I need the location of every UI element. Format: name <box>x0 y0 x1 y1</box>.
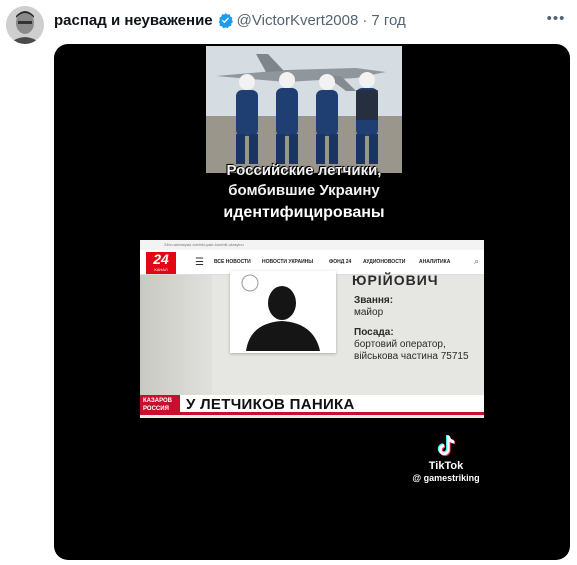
tiktok-watermark: TikTok @ gamestriking <box>406 434 486 483</box>
position-value-2: військова частина 75715 <box>354 351 469 362</box>
silhouette-placeholder <box>230 271 336 353</box>
more-options-button[interactable]: ••• <box>545 8 567 28</box>
address-text: 24tv.ua/rosiyski-lotchiki-yaki-bombili-u… <box>164 242 244 247</box>
caption-line-3: идентифицированы <box>223 204 385 221</box>
author-row: распад и неуважение @VictorKvert2008 · 7… <box>54 10 406 30</box>
position-label: Посада: <box>354 327 394 338</box>
tag-line-1: КАЗАРОВ <box>143 398 173 404</box>
nav-item-analytics: АНАЛИТИКА <box>419 259 451 265</box>
news-headline: У ЛЕТЧИКОВ ПАНИКА <box>186 396 355 413</box>
search-icon: ⌕ <box>473 256 479 266</box>
author-name[interactable]: распад и неуважение <box>54 12 213 29</box>
channel-24-logo: 24 КАНАЛ <box>146 252 176 274</box>
tiktok-icon <box>437 435 456 457</box>
news-lower-third: КАЗАРОВ РОССИЯ У ЛЕТЧИКОВ ПАНИКА <box>140 395 484 415</box>
caption-line-1: Российские летчики, <box>226 162 382 179</box>
nav-item-audio-news: АУДИОНОВОСТИ <box>363 259 406 265</box>
document-surname: ЮРІЙОВИЧ <box>352 272 439 288</box>
pilots-photo <box>206 46 402 173</box>
position-value-1: бортовий оператор, <box>354 339 446 350</box>
menu-icon: ☰ <box>195 257 204 268</box>
nav-item-fund-24: ФОНД 24 <box>329 259 352 265</box>
headline-underline <box>180 412 484 415</box>
caption-line-2: бомбившие Украину <box>228 182 380 199</box>
logo-sub: КАНАЛ <box>154 267 168 272</box>
tag-line-2: РОССИЯ <box>143 406 169 412</box>
avatar[interactable] <box>6 6 44 44</box>
tweet-header: распад и неуважение @VictorKvert2008 · 7… <box>0 0 577 44</box>
tiktok-brand: TikTok <box>428 460 464 472</box>
video-player[interactable]: Российские летчики, бомбившие Украину ид… <box>54 44 570 560</box>
nav-item-all-news: ВСЕ НОВОСТИ <box>214 259 251 265</box>
rank-value: майор <box>354 307 384 318</box>
verified-badge-icon <box>218 12 233 28</box>
document-photo: ЮРІЙОВИЧ Звання: майор Посада: бортовий … <box>140 271 484 395</box>
rank-label: Звання: <box>354 295 394 306</box>
timestamp[interactable]: 7 год <box>371 12 405 29</box>
location-tag: КАЗАРОВ РОССИЯ <box>140 395 180 415</box>
separator-dot: · <box>362 11 368 29</box>
logo-number: 24 <box>153 251 169 267</box>
author-handle[interactable]: @VictorKvert2008 <box>237 12 359 29</box>
nav-item-ukraine-news: НОВОСТИ УКРАИНЫ <box>262 259 314 265</box>
recorded-screen: 24tv.ua/rosiyski-lotchiki-yaki-bombili-u… <box>140 240 484 418</box>
tiktok-username: @ gamestriking <box>412 473 480 483</box>
